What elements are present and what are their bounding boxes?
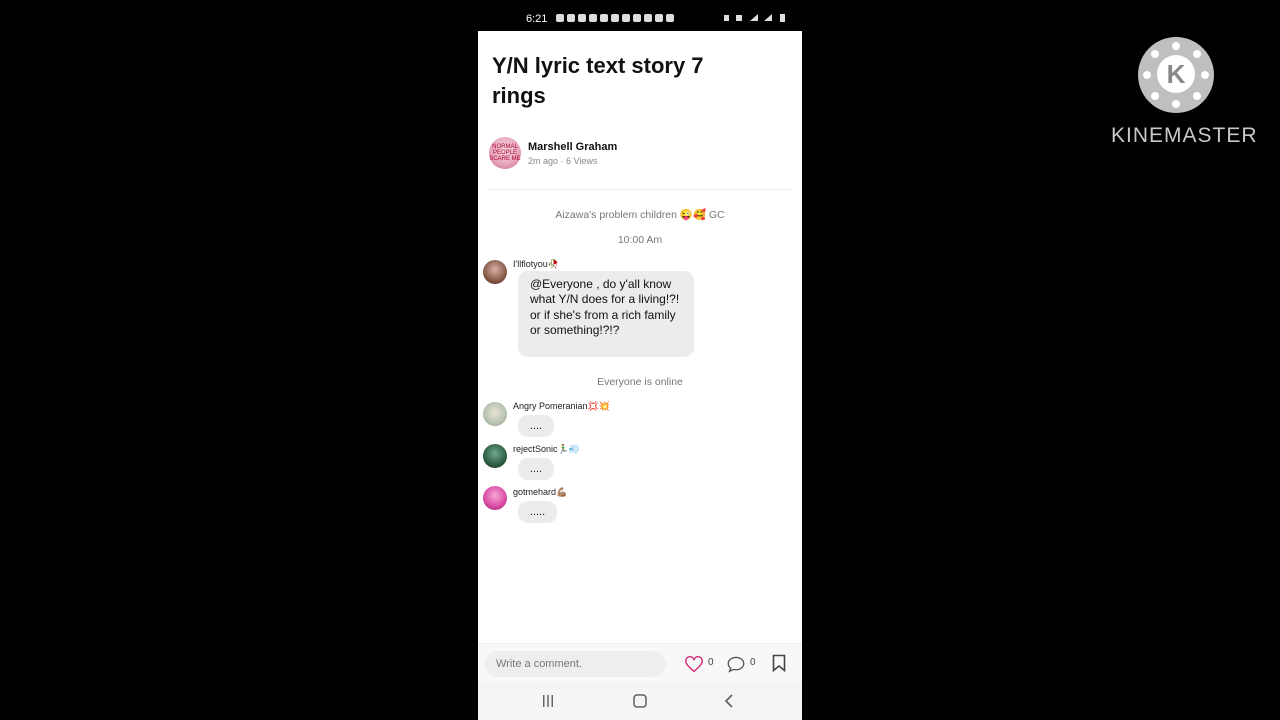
notification-icon xyxy=(633,14,641,22)
battery-wifi-icon xyxy=(724,14,785,22)
avatar[interactable] xyxy=(483,486,507,510)
chat-timestamp: 10:00 Am xyxy=(617,234,663,246)
online-notice: Everyone is online xyxy=(597,376,683,388)
comment-icon[interactable] xyxy=(726,655,746,673)
comment-bar: Write a comment. 0 0 xyxy=(478,643,802,682)
heart-icon[interactable] xyxy=(684,655,704,673)
avatar[interactable] xyxy=(483,260,507,284)
notification-icon xyxy=(622,14,630,22)
notification-icon xyxy=(666,14,674,22)
group-name: Aizawa's problem children 😜🥰 GC xyxy=(555,209,725,221)
system-icons xyxy=(724,13,794,26)
author-avatar[interactable]: NORMAL PEOPLE SCARE ME xyxy=(489,137,521,169)
notification-icon xyxy=(611,14,619,22)
message-text: .... xyxy=(529,463,543,475)
notification-icon xyxy=(655,14,663,22)
message-text: .... xyxy=(529,420,543,432)
avatar[interactable] xyxy=(483,444,507,468)
status-time: 6:21 xyxy=(526,13,548,25)
message-text: ..... xyxy=(529,506,546,518)
post-screen: Y/N lyric text story 7 rings NORMAL PEOP… xyxy=(478,31,802,682)
avatar-text: NORMAL PEOPLE SCARE ME xyxy=(489,144,521,162)
android-nav-bar xyxy=(478,682,802,720)
notification-icon xyxy=(600,14,608,22)
comment-input[interactable]: Write a comment. xyxy=(485,651,666,677)
message-bubble: ..... xyxy=(518,501,557,523)
home-icon[interactable] xyxy=(632,693,648,709)
watermark-text: KINEMASTER xyxy=(1111,124,1258,147)
message-bubble: @Everyone , do y'all know what Y/N does … xyxy=(518,271,694,357)
message-sender: I'llflotyou🥀 xyxy=(513,259,559,269)
message-sender: gotmehard💪🏽 xyxy=(513,487,568,497)
comment-count: 0 xyxy=(750,657,756,668)
notification-icon xyxy=(589,14,597,22)
avatar[interactable] xyxy=(483,402,507,426)
notification-icon xyxy=(644,14,652,22)
divider xyxy=(486,189,792,190)
like-count: 0 xyxy=(708,657,714,668)
notification-icon xyxy=(567,14,575,22)
kinemaster-logo-icon: K xyxy=(1138,37,1214,113)
page-title: Y/N lyric text story 7 rings xyxy=(492,53,704,108)
message-sender: rejectSonic🏃‍♂️💨 xyxy=(513,444,580,454)
bookmark-icon[interactable] xyxy=(772,654,786,672)
notification-icon xyxy=(578,14,586,22)
post-meta: 2m ago · 6 Views xyxy=(528,156,598,166)
message-bubble: .... xyxy=(518,415,554,437)
recent-apps-icon[interactable] xyxy=(541,694,555,708)
author-name[interactable]: Marshell Graham xyxy=(528,141,617,153)
back-icon[interactable] xyxy=(723,693,735,709)
notification-icon xyxy=(556,14,564,22)
logo-letter: K xyxy=(1157,55,1195,93)
message-text: @Everyone , do y'all know what Y/N does … xyxy=(530,277,680,338)
message-sender: Angry Pomeranian💢💥 xyxy=(513,401,610,411)
status-bar: 6:21 xyxy=(478,8,802,30)
phone-frame: 6:21 Y/N lyric text story 7 rings NORMAL… xyxy=(478,0,802,720)
message-bubble: .... xyxy=(518,458,554,480)
notification-icons xyxy=(556,14,674,22)
